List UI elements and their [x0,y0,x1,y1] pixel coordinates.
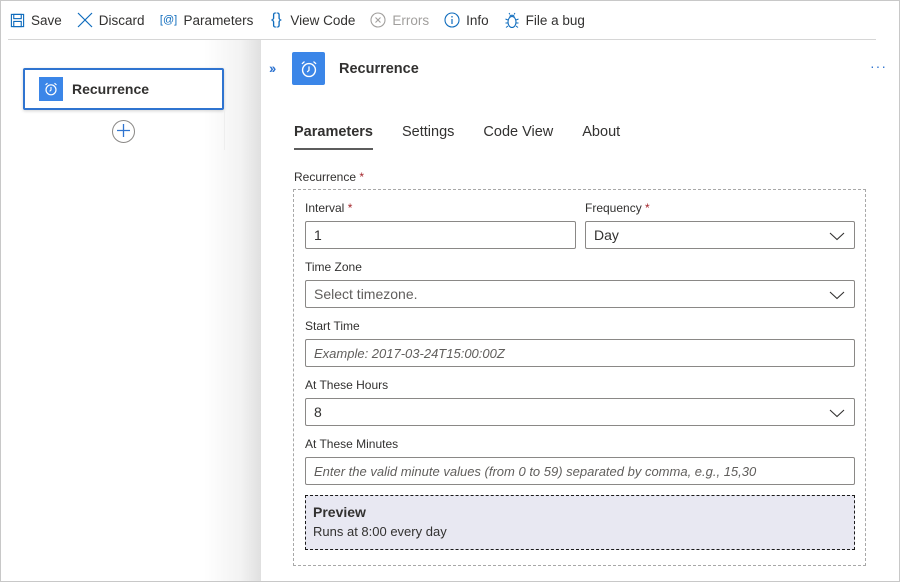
node-title: Recurrence [72,81,150,97]
required-mark: * [645,201,650,215]
errors-label: Errors [392,12,430,28]
code-braces-icon: {} [270,11,282,28]
at-these-hours-value: 8 [314,404,322,420]
info-button[interactable]: Info [443,11,489,29]
at-these-minutes-input[interactable]: Enter the valid minute values (from 0 to… [305,457,855,485]
add-step-button[interactable] [112,120,135,143]
panel-title: Recurrence [339,61,419,77]
parameters-button[interactable]: [@] Parameters [159,11,254,29]
designer-canvas: Recurrence [1,40,261,581]
tab-code-view[interactable]: Code View [483,124,553,150]
parameters-icon: [@] [159,14,178,26]
save-button[interactable]: Save [8,11,62,29]
file-a-bug-button[interactable]: File a bug [503,11,585,29]
view-code-button[interactable]: {} View Code [267,11,355,29]
recurrence-label-text: Recurrence [294,170,357,184]
alarm-clock-icon [292,52,325,85]
collapse-panel-button[interactable]: ›› [269,60,276,76]
save-icon [8,11,26,29]
parameters-label: Parameters [183,12,254,28]
errors-button[interactable]: Errors [369,11,429,29]
close-icon [76,11,94,29]
interval-value: 1 [314,227,322,243]
plus-icon [117,123,130,140]
alarm-clock-icon [39,77,63,101]
toolbar: Save Discard [@] Parameters {} View Code… [8,0,599,40]
at-these-minutes-placeholder: Enter the valid minute values (from 0 to… [314,463,757,479]
discard-button[interactable]: Discard [76,11,145,29]
recurrence-group: Interval * 1 Frequency * Day Time Zone S… [293,189,866,566]
time-zone-placeholder: Select timezone. [314,286,418,302]
at-these-minutes-label: At These Minutes [305,437,399,451]
error-circle-icon [369,11,387,29]
interval-label-text: Interval [305,201,345,215]
preview-text: Runs at 8:00 every day [313,524,447,539]
interval-input[interactable]: 1 [305,221,576,249]
info-label: Info [466,12,489,28]
required-mark: * [359,170,365,184]
more-options-button[interactable]: ··· [870,58,887,74]
tab-about[interactable]: About [582,124,620,150]
preview-title: Preview [313,504,366,520]
recurrence-trigger-card[interactable]: Recurrence [23,68,224,110]
start-time-label: Start Time [305,319,360,333]
details-panel: ›› Recurrence ··· Parameters Settings Co… [261,40,899,581]
double-chevron-right-icon: ›› [269,60,276,76]
panel-tabs: Parameters Settings Code View About [294,124,649,150]
schedule-preview: Preview Runs at 8:00 every day [305,495,855,550]
info-icon [443,11,461,29]
frequency-value: Day [594,227,619,243]
frequency-label-text: Frequency [585,201,642,215]
start-time-input[interactable]: Example: 2017-03-24T15:00:00Z [305,339,855,367]
required-mark: * [347,201,353,215]
at-these-hours-label: At These Hours [305,378,389,392]
connector-line [224,110,225,150]
frequency-label: Frequency * [585,201,650,215]
start-time-placeholder: Example: 2017-03-24T15:00:00Z [314,345,505,361]
interval-label: Interval * [305,201,352,215]
chevron-down-icon [829,288,845,304]
more-icon: ··· [870,58,887,74]
save-label: Save [31,12,62,28]
tab-parameters[interactable]: Parameters [294,124,373,150]
bug-icon [503,11,521,29]
at-these-hours-dropdown[interactable]: 8 [305,398,855,426]
chevron-down-icon [829,406,845,422]
chevron-down-icon [829,229,845,245]
discard-label: Discard [98,12,145,28]
view-code-label: View Code [290,12,356,28]
time-zone-dropdown[interactable]: Select timezone. [305,280,855,308]
file-a-bug-label: File a bug [525,12,585,28]
recurrence-section-label: Recurrence * [294,170,364,184]
tab-settings[interactable]: Settings [402,124,454,150]
time-zone-label: Time Zone [305,260,362,274]
frequency-dropdown[interactable]: Day [585,221,855,249]
